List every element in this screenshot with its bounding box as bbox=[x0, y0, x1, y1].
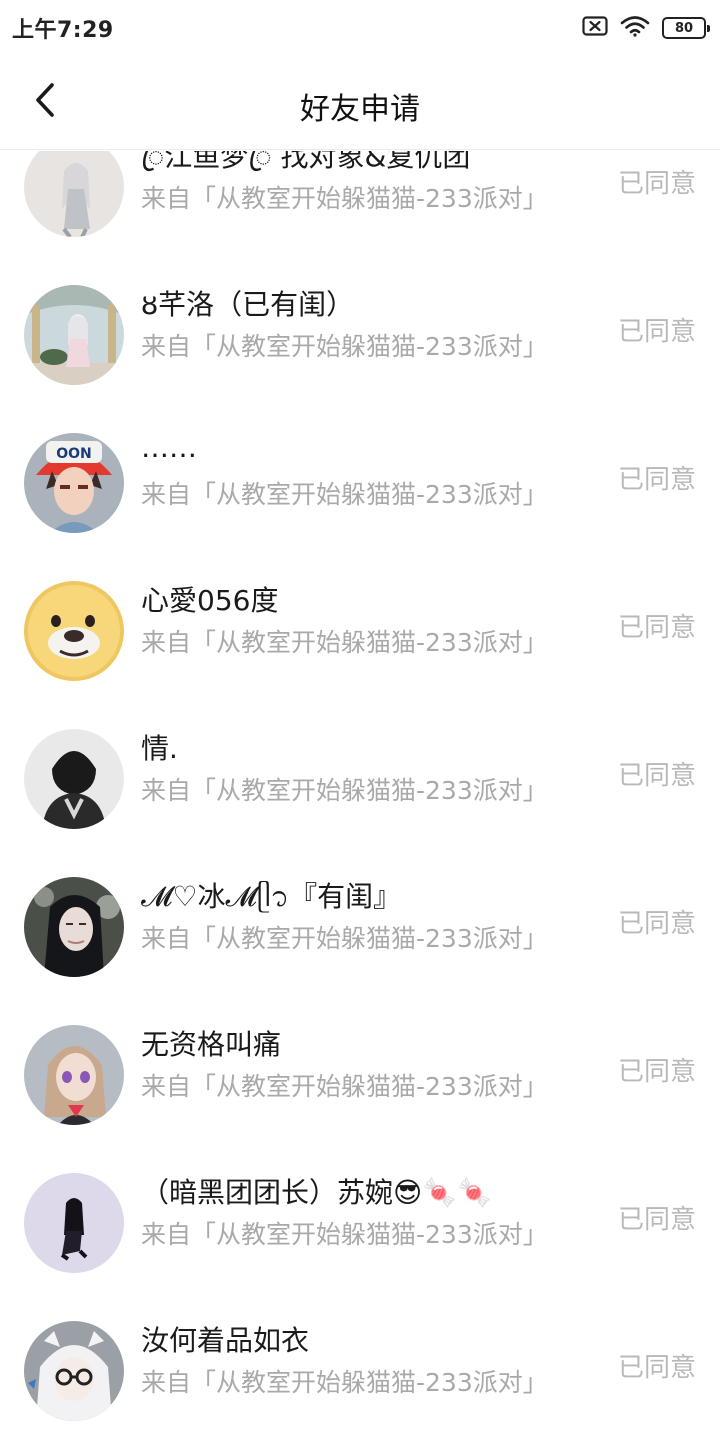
requester-name: ȣ芊洛（已有闺） bbox=[141, 288, 355, 321]
accepted-status: 已同意 bbox=[617, 1057, 696, 1087]
wifi-icon bbox=[620, 15, 650, 41]
status-icons: 80 bbox=[582, 15, 710, 41]
accepted-status: 已同意 bbox=[617, 761, 696, 791]
avatar[interactable] bbox=[24, 877, 124, 977]
friend-request-item[interactable]: ȣ芊洛（已有闺） 来自「从教室开始躲猫猫-233派对」 已同意 bbox=[0, 261, 720, 409]
friend-request-item[interactable]: 无资格叫痛 来自「从教室开始躲猫猫-233派对」 已同意 bbox=[0, 1001, 720, 1149]
friend-request-list[interactable]: ꦿ江鱼梦ꦿ 找对象&复仇团 来自「从教室开始躲猫猫-233派对」 已同意 ȣ芊洛… bbox=[0, 151, 720, 1440]
accepted-status: 已同意 bbox=[617, 1353, 696, 1383]
status-bar: 上午7:29 80 bbox=[0, 0, 720, 56]
avatar[interactable]: OON bbox=[24, 433, 124, 533]
avatar[interactable] bbox=[24, 1173, 124, 1273]
friend-request-item[interactable]: 心愛056度 来自「从教室开始躲猫猫-233派对」 已同意 bbox=[0, 557, 720, 705]
avatar[interactable] bbox=[24, 729, 124, 829]
friend-request-item[interactable]: OON …… 来自「从教室开始躲猫猫-233派对」 已同意 bbox=[0, 409, 720, 557]
accepted-status: 已同意 bbox=[617, 1205, 696, 1235]
sim-x-icon bbox=[582, 16, 608, 40]
accepted-status: 已同意 bbox=[617, 169, 696, 199]
friend-request-item[interactable]: （暗黑团团长）苏婉😎🍬🍬 来自「从教室开始躲猫猫-233派对」 已同意 bbox=[0, 1149, 720, 1297]
requester-name: 汝何着品如衣 bbox=[141, 1324, 310, 1357]
accepted-status: 已同意 bbox=[617, 909, 696, 939]
request-source: 来自「从教室开始躲猫猫-233派对」 bbox=[141, 628, 548, 657]
friend-request-item[interactable]: 情. 来自「从教室开始躲猫猫-233派对」 已同意 bbox=[0, 705, 720, 853]
requester-name: 情. bbox=[141, 732, 178, 765]
request-source: 来自「从教室开始躲猫猫-233派对」 bbox=[141, 184, 548, 213]
request-source: 来自「从教室开始躲猫猫-233派对」 bbox=[141, 776, 548, 805]
avatar[interactable] bbox=[24, 285, 124, 385]
svg-text:OON: OON bbox=[56, 446, 92, 462]
request-source: 来自「从教室开始躲猫猫-233派对」 bbox=[141, 1220, 548, 1249]
accepted-status: 已同意 bbox=[617, 613, 696, 643]
accepted-status: 已同意 bbox=[617, 317, 696, 347]
requester-name: （暗黑团团长）苏婉😎🍬🍬 bbox=[141, 1176, 492, 1209]
friend-request-item[interactable]: 𝓜♡冰𝓜ᥫ᭡『有闺』 来自「从教室开始躲猫猫-233派对」 已同意 bbox=[0, 853, 720, 1001]
navigation-bar: 好友申请 bbox=[0, 56, 720, 150]
friend-request-item[interactable]: ꦿ江鱼梦ꦿ 找对象&复仇团 来自「从教室开始躲猫猫-233派对」 已同意 bbox=[0, 151, 720, 261]
avatar[interactable] bbox=[24, 581, 124, 681]
status-time: 上午7:29 bbox=[12, 18, 114, 43]
page-title: 好友申请 bbox=[300, 92, 420, 127]
friend-request-item[interactable]: 汝何着品如衣 来自「从教室开始躲猫猫-233派对」 已同意 bbox=[0, 1297, 720, 1440]
requester-name: …… bbox=[141, 431, 197, 464]
requester-name: 无资格叫痛 bbox=[141, 1028, 282, 1061]
battery-icon: 80 bbox=[662, 17, 710, 39]
battery-level: 80 bbox=[674, 20, 694, 36]
request-source: 来自「从教室开始躲猫猫-233派对」 bbox=[141, 1368, 548, 1397]
accepted-status: 已同意 bbox=[617, 465, 696, 495]
avatar[interactable] bbox=[24, 1025, 124, 1125]
avatar[interactable] bbox=[24, 151, 124, 237]
request-source: 来自「从教室开始躲猫猫-233派对」 bbox=[141, 332, 548, 361]
request-source: 来自「从教室开始躲猫猫-233派对」 bbox=[141, 480, 548, 509]
requester-name: 心愛056度 bbox=[141, 584, 279, 617]
request-source: 来自「从教室开始躲猫猫-233派对」 bbox=[141, 924, 548, 953]
request-source: 来自「从教室开始躲猫猫-233派对」 bbox=[141, 1072, 548, 1101]
avatar[interactable] bbox=[24, 1321, 124, 1421]
